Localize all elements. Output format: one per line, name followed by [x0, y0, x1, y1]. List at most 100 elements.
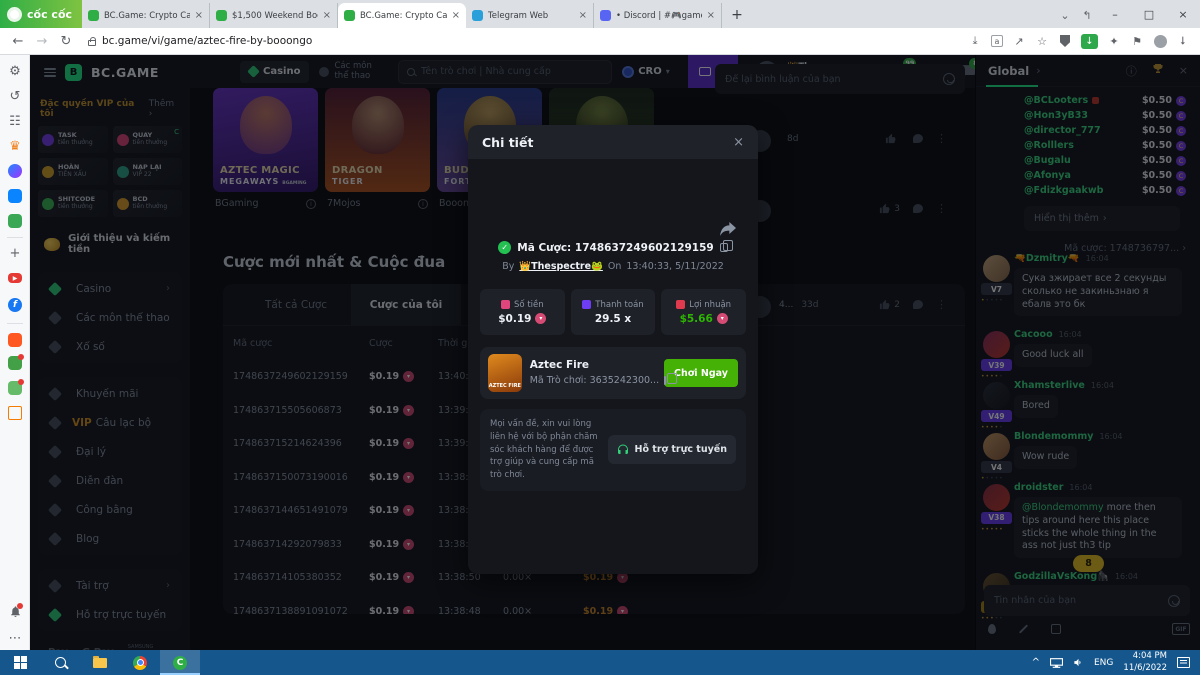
stat-card: Lợi nhuận $5.66▾: [661, 289, 746, 335]
translate-icon[interactable]: a: [991, 35, 1003, 47]
stat-label: Lợi nhuận: [689, 300, 731, 310]
taskbar-search-button[interactable]: [40, 650, 80, 675]
tab-close-icon[interactable]: ×: [579, 10, 587, 21]
tab-title: • Discord | #🎮games | BC G: [616, 11, 702, 21]
new-tab-button[interactable]: +: [726, 4, 748, 26]
back-button[interactable]: ←: [10, 34, 26, 49]
network-icon[interactable]: [1050, 653, 1063, 672]
stat-value: 29.5 x: [595, 313, 631, 325]
coccoc-sidebar: ⚙ ↺ ☷ ♛ + ▶ f ⋯: [0, 55, 30, 650]
copy-icon[interactable]: [720, 243, 728, 252]
rewards-app-icon[interactable]: [7, 355, 23, 371]
game-thumbnail[interactable]: AZTEC FIRE: [488, 354, 522, 392]
tab-close-icon[interactable]: ×: [452, 10, 460, 21]
browser-tab[interactable]: • Discord | #🎮games | BC G ×: [594, 3, 722, 28]
window-minimize-button[interactable]: –: [1098, 0, 1132, 28]
coccoc-brand-name: cốc cốc: [27, 8, 72, 21]
browser-tab[interactable]: $1,500 Weekend Booongo M ×: [210, 3, 338, 28]
site-lock-icon[interactable]: [88, 40, 96, 46]
url-box[interactable]: bc.game/vi/game/aztec-fire-by-booongo: [82, 35, 960, 47]
shopping-app-icon[interactable]: [7, 332, 23, 348]
browser-tab[interactable]: Telegram Web ×: [466, 3, 594, 28]
chrome-button[interactable]: [120, 650, 160, 675]
tab-search-button[interactable]: ⌄: [1054, 3, 1076, 28]
facebook-icon[interactable]: f: [7, 297, 23, 313]
bet-detail-modal: Chi tiết × ✓ Mã Cược: 174863724960212915…: [468, 125, 758, 574]
windows-taskbar: C ^ ENG 4:04 PM 11/6/2022: [0, 650, 1200, 675]
live-support-button[interactable]: Hỗ trợ trực tuyến: [608, 435, 736, 464]
tab-close-icon[interactable]: ×: [323, 10, 331, 21]
address-bar-actions: ⤓ a ↗ ☆ ↓ ✦ ⚑ ⭣: [968, 34, 1190, 49]
downloads-tray-icon[interactable]: ⭣: [1176, 34, 1190, 48]
action-center-icon[interactable]: [1177, 657, 1190, 668]
recent-tabs-button[interactable]: ↰: [1076, 3, 1098, 28]
games-icon[interactable]: [7, 213, 23, 229]
browser-tab[interactable]: BC.Game: Crypto Casino Gam ×: [82, 3, 210, 28]
stat-label: Thanh toán: [595, 300, 643, 310]
browser-tab[interactable]: BC.Game: Crypto Casino Gan ×: [338, 3, 466, 28]
on-label: On: [608, 261, 622, 272]
youtube-icon[interactable]: ▶: [7, 270, 23, 286]
shield-icon[interactable]: [1058, 34, 1072, 48]
bcgame-page: B BC.GAME Đặc quyền VIP của tôi Thêm › T…: [30, 55, 1200, 650]
coccoc-logo-icon: [7, 7, 22, 22]
game-name[interactable]: Aztec Fire: [530, 358, 656, 374]
save-page-icon[interactable]: ⤓: [968, 34, 982, 48]
bettor-username[interactable]: 👑Thespectre🐸: [519, 261, 603, 272]
bet-id-label: Mã Cược: 1748637249602129159: [517, 242, 713, 254]
tab-close-icon[interactable]: ×: [195, 10, 203, 21]
url-text[interactable]: bc.game/vi/game/aztec-fire-by-booongo: [102, 35, 312, 47]
stat-value: $0.19: [498, 313, 531, 325]
clock[interactable]: 4:04 PM 11/6/2022: [1123, 651, 1167, 673]
add-shortcut-icon[interactable]: +: [7, 245, 23, 261]
flag-icon[interactable]: ⚑: [1130, 34, 1144, 48]
volume-icon[interactable]: [1073, 653, 1084, 672]
coccoc-download-icon[interactable]: ↓: [1081, 34, 1098, 49]
shopee-icon[interactable]: [7, 380, 23, 396]
support-note-text: Mọi vấn đề, xin vui lòng liên hệ với bộ …: [490, 418, 600, 482]
tray-date: 11/6/2022: [1123, 663, 1167, 674]
modal-title: Chi tiết: [482, 135, 733, 150]
game-id-label: Mã Trò chơi: 3635242300...: [530, 374, 659, 388]
modal-close-icon[interactable]: ×: [733, 135, 744, 150]
support-note: Mọi vấn đề, xin vui lòng liên hệ với bộ …: [480, 409, 746, 491]
window-close-button[interactable]: ×: [1166, 0, 1200, 28]
copy-icon[interactable]: [664, 376, 666, 385]
vip-crown-icon[interactable]: ♛: [7, 138, 23, 154]
tab-title: BC.Game: Crypto Casino Gam: [104, 11, 190, 21]
cart-icon[interactable]: [7, 405, 23, 421]
system-tray: ^ ENG 4:04 PM 11/6/2022: [1032, 651, 1200, 673]
stat-label: Số tiền: [514, 300, 544, 310]
tab-favicon: [472, 10, 483, 21]
messenger-icon[interactable]: [7, 163, 23, 179]
start-button[interactable]: [0, 650, 40, 675]
reload-button[interactable]: ↻: [58, 34, 74, 49]
extensions-icon[interactable]: ✦: [1107, 34, 1121, 48]
tab-favicon: [344, 10, 355, 21]
share-icon[interactable]: ↗: [1012, 34, 1026, 48]
share-icon[interactable]: [720, 221, 736, 240]
file-explorer-button[interactable]: [80, 650, 120, 675]
profile-avatar-icon[interactable]: [1153, 34, 1167, 48]
forward-button[interactable]: →: [34, 34, 50, 49]
coccoc-taskbar-button[interactable]: C: [160, 650, 200, 675]
bookmark-star-icon[interactable]: ☆: [1035, 34, 1049, 48]
notifications-bell-icon[interactable]: [7, 603, 23, 619]
language-indicator[interactable]: ENG: [1094, 658, 1113, 668]
tab-favicon: [216, 10, 227, 21]
settings-gear-icon[interactable]: ⚙: [7, 63, 23, 79]
token-icon: ▾: [535, 313, 546, 324]
coccoc-brand[interactable]: cốc cốc: [0, 0, 82, 28]
newsfeed-icon[interactable]: ☷: [7, 113, 23, 129]
window-maximize-button[interactable]: □: [1132, 0, 1166, 28]
more-icon[interactable]: ⋯: [7, 630, 23, 646]
bet-datetime: 13:40:33, 5/11/2022: [626, 261, 723, 272]
zalo-icon[interactable]: [7, 188, 23, 204]
stat-icon: [582, 300, 591, 309]
browser-tab-bar: cốc cốc BC.Game: Crypto Casino Gam × $1,…: [0, 0, 1200, 28]
history-icon[interactable]: ↺: [7, 88, 23, 104]
game-info-card: AZTEC FIRE Aztec Fire Mã Trò chơi: 36352…: [480, 347, 746, 399]
tray-expand-icon[interactable]: ^: [1032, 657, 1040, 668]
tab-title: $1,500 Weekend Booongo M: [232, 11, 318, 21]
tab-close-icon[interactable]: ×: [707, 10, 715, 21]
